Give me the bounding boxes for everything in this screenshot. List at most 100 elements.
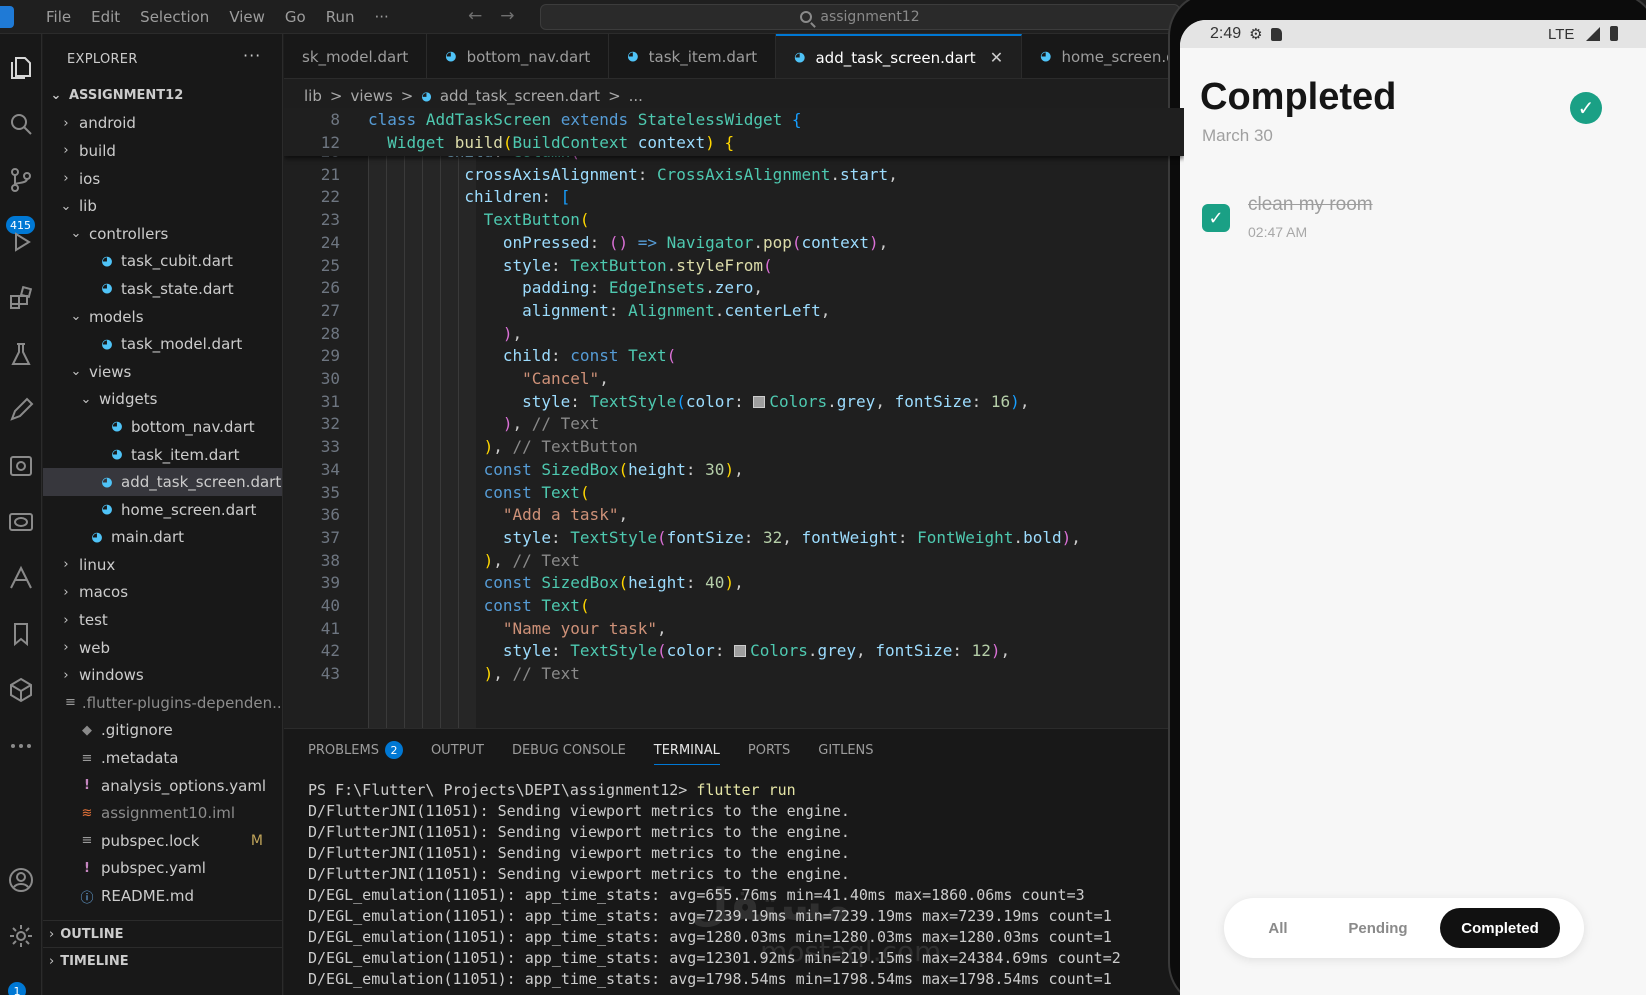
tree-item-label: android [79, 114, 136, 133]
preview-eye-icon[interactable] [0, 500, 42, 544]
tree-file-metadata[interactable]: ≡ .metadata [43, 744, 282, 772]
tree-item-label: lib [79, 197, 97, 216]
panel-tab-problems[interactable]: PROBLEMS 2 [308, 729, 403, 771]
tree-file-main[interactable]: ◕ main.dart [43, 524, 282, 552]
timeline-section[interactable]: › TIMELINE [43, 947, 282, 975]
forward-arrow-icon[interactable]: → [500, 6, 514, 26]
search-icon[interactable] [0, 102, 42, 146]
tree-file-task-state[interactable]: ◕ task_state.dart [43, 275, 282, 303]
tree-file-home-screen[interactable]: ◕ home_screen.dart [43, 496, 282, 524]
editor-tab-3[interactable]: ◕ add_task_screen.dart ✕ [776, 34, 1023, 78]
tree-folder-ios[interactable]: › ios [43, 165, 282, 193]
menu-item-3[interactable]: View [219, 8, 275, 26]
extensions-icon[interactable] [0, 276, 42, 320]
more-views-icon[interactable] [0, 724, 42, 768]
tree-file-flutter-plugins[interactable]: ≡ .flutter-plugins-dependen... [43, 689, 282, 717]
outline-section[interactable]: › OUTLINE [43, 920, 282, 948]
tree-folder-test[interactable]: › test [43, 606, 282, 634]
tree-file-readme[interactable]: ⓘ README.md [43, 882, 282, 910]
panel-tab-gitlens[interactable]: GITLENS [818, 729, 873, 771]
editor-tab-4[interactable]: ◕ home_screen.da [1022, 34, 1184, 78]
editor-tab-0[interactable]: sk_model.dart [284, 34, 428, 78]
tree-folder-macos[interactable]: › macos [43, 579, 282, 607]
line-number: 38 [320, 550, 340, 570]
line-number: 33 [320, 437, 340, 457]
problems-badge: 2 [384, 741, 403, 759]
dart-file-icon: ◕ [101, 502, 113, 518]
source-control-icon[interactable] [0, 158, 42, 202]
tree-folder-web[interactable]: › web [43, 634, 282, 662]
panel-tab-label: TERMINAL [653, 742, 720, 758]
menu-item-2[interactable]: Selection [130, 8, 219, 26]
breadcrumb-item[interactable]: add_task_screen.dart [440, 87, 600, 105]
accounts-icon[interactable] [0, 858, 42, 902]
tree-file-analysis-options[interactable]: ! analysis_options.yaml [43, 772, 282, 800]
tree-folder-models[interactable]: ⌄ models [43, 303, 282, 331]
breadcrumb-item[interactable]: ... [629, 87, 643, 105]
remote-explorer-icon[interactable] [0, 444, 42, 488]
bookmark-icon[interactable] [0, 612, 42, 656]
command-center-search[interactable]: assignment12 [540, 4, 1180, 30]
settings-gear-icon[interactable] [0, 914, 42, 958]
task-checkbox[interactable]: ✓ [1202, 204, 1230, 232]
explorer-icon[interactable] [0, 46, 42, 90]
tree-file-pubspec-yaml[interactable]: ! pubspec.yaml [43, 855, 282, 883]
tree-file-bottom-nav[interactable]: ◕ bottom_nav.dart [43, 413, 282, 441]
tree-folder-windows[interactable]: › windows [43, 661, 282, 689]
task-item[interactable]: ✓ clean my room 02:47 AM [1202, 188, 1622, 248]
back-arrow-icon[interactable]: ← [468, 6, 482, 26]
testing-flask-icon[interactable] [0, 332, 42, 376]
gitlens-icon[interactable] [0, 556, 42, 600]
editor-tab-1[interactable]: ◕ bottom_nav.dart [427, 34, 610, 78]
breadcrumb-item[interactable]: views [350, 87, 392, 105]
menu-item-1[interactable]: Edit [81, 8, 130, 26]
lines-file-icon: ≡ [81, 833, 93, 849]
nav-tab-all[interactable]: All [1228, 908, 1328, 948]
tree-file-add-task-screen[interactable]: ◕ add_task_screen.dart [43, 468, 282, 496]
package-icon[interactable] [0, 668, 42, 712]
code-text: style: TextStyle(fontSize: 32, fontWeigh… [502, 527, 1081, 547]
close-icon[interactable]: ✕ [990, 48, 1003, 67]
tree-item-label: controllers [89, 224, 169, 243]
tree-folder-controllers[interactable]: ⌄ controllers [43, 220, 282, 248]
menu-item-0[interactable]: File [36, 8, 81, 26]
tree-item-label: views [89, 362, 132, 381]
panel-tab-ports[interactable]: PORTS [748, 729, 790, 771]
tree-item-label: add_task_screen.dart [121, 473, 282, 492]
nav-tab-completed[interactable]: Completed [1440, 908, 1560, 948]
tree-folder-widgets[interactable]: ⌄ widgets [43, 386, 282, 414]
timeline-label: TIMELINE [60, 954, 129, 969]
nav-tab-pending[interactable]: Pending [1328, 908, 1428, 948]
code-line: 32 ), // Text [284, 412, 1184, 436]
tree-file-task-model[interactable]: ◕ task_model.dart [43, 330, 282, 358]
tree-folder-views[interactable]: ⌄ views [43, 358, 282, 386]
explorer-more-actions-icon[interactable]: ··· [243, 46, 261, 65]
editor-tab-2[interactable]: ◕ task_item.dart [609, 34, 777, 78]
menu-item-4[interactable]: Go [275, 8, 316, 26]
tree-folder-lib[interactable]: ⌄ lib [43, 192, 282, 220]
menu-item-6[interactable]: ··· [365, 8, 399, 26]
breadcrumb-item[interactable]: lib [304, 87, 322, 105]
edit-pencil-icon[interactable] [0, 388, 42, 432]
code-line: 36 "Add a task", [284, 503, 1184, 527]
tree-file-pubspec-lock[interactable]: ≡ pubspec.lock M [43, 827, 282, 855]
panel-tab-debug-console[interactable]: DEBUG CONSOLE [512, 729, 626, 771]
iml-file-icon: ≋ [81, 805, 93, 821]
run-debug-icon[interactable] [0, 220, 42, 264]
sticky-scroll-header[interactable]: 8 class AddTaskScreen extends StatelessWi… [284, 108, 1184, 156]
task-name: clean my room [1248, 194, 1373, 215]
panel-tab-output[interactable]: OUTPUT [431, 729, 484, 771]
tree-root-assignment12[interactable]: ⌄ ASSIGNMENT12 [43, 82, 282, 110]
code-editor[interactable]: 8 class AddTaskScreen extends StatelessWi… [284, 108, 1184, 728]
tree-folder-linux[interactable]: › linux [43, 551, 282, 579]
chevron-right-icon: › [63, 115, 69, 131]
menu-item-5[interactable]: Run [316, 8, 365, 26]
tree-file-gitignore[interactable]: ◆ .gitignore [43, 717, 282, 745]
tree-folder-build[interactable]: › build [43, 137, 282, 165]
tree-folder-android[interactable]: › android [43, 110, 282, 138]
tree-file-task-cubit[interactable]: ◕ task_cubit.dart [43, 248, 282, 276]
tree-file-iml[interactable]: ≋ assignment10.iml [43, 799, 282, 827]
panel-tab-terminal[interactable]: TERMINAL [653, 729, 721, 771]
chevron-down-icon: ⌄ [70, 309, 82, 325]
tree-file-task-item[interactable]: ◕ task_item.dart [43, 441, 282, 469]
